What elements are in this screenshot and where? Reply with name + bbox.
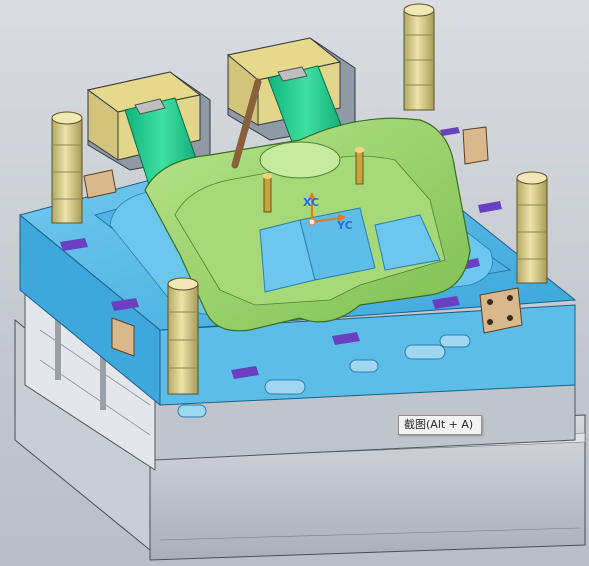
screenshot-tooltip: 截图(Alt + A)	[398, 415, 482, 435]
guide-pillar-front-left	[167, 277, 199, 395]
yc-axis-label: YC	[337, 219, 353, 232]
guide-pillar-back-left	[51, 111, 83, 224]
xc-axis-label: XC	[303, 196, 320, 209]
mold-assembly-model	[14, 3, 586, 561]
guide-pillar-back-right	[403, 3, 435, 111]
cad-3d-viewport[interactable]: XC YC 截图(Alt + A)	[0, 0, 589, 566]
guide-pillar-front-right	[516, 171, 548, 284]
